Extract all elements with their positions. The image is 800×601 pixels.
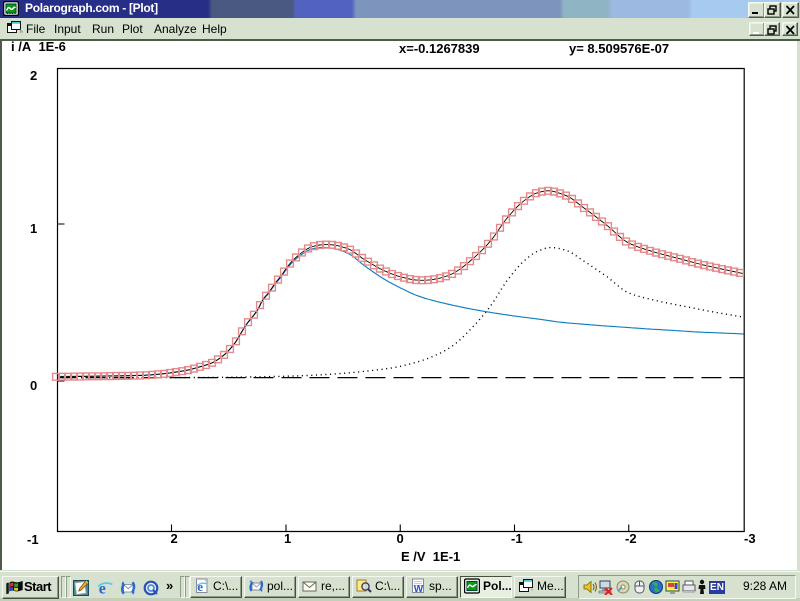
svg-text:W: W	[414, 584, 424, 594]
svg-text:e: e	[197, 579, 203, 594]
